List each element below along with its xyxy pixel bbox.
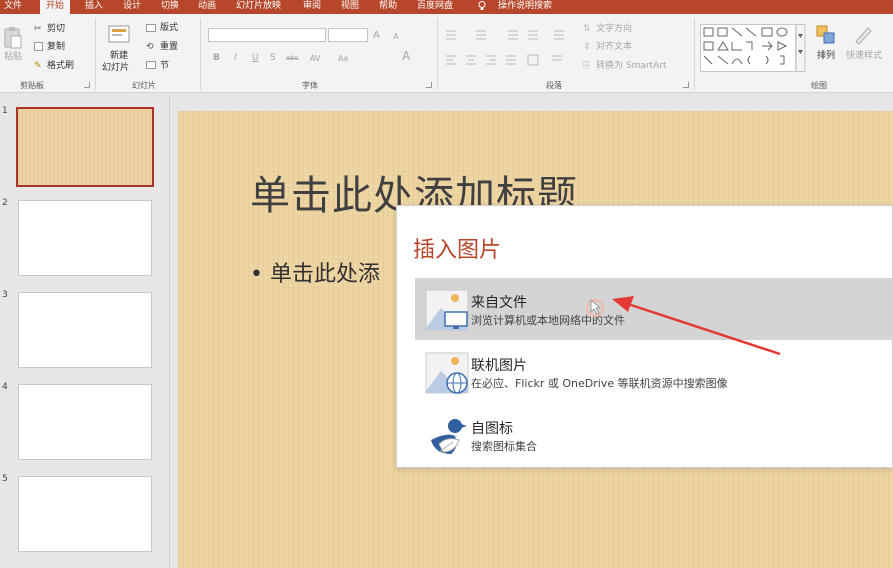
separator xyxy=(200,18,201,90)
from-file-option[interactable]: 来自文件 浏览计算机或本地网络中的文件 xyxy=(415,278,893,340)
char-spacing-button[interactable]: AV xyxy=(310,53,320,64)
format-painter-icon: ✎ xyxy=(34,61,42,71)
bold-button[interactable]: B xyxy=(213,53,220,64)
grow-font-button[interactable]: A xyxy=(373,30,380,41)
powerpoint-window: 文件 开始 插入 设计 切换 动画 幻灯片放映 审阅 视图 帮助 百度网盘 操作… xyxy=(0,0,893,568)
convert-smartart-button[interactable]: 转换为 SmartArt xyxy=(596,61,666,72)
alignment-icons[interactable] xyxy=(444,54,574,66)
tab-slideshow[interactable]: 幻灯片放映 xyxy=(236,0,281,14)
tab-baidu-netdisk[interactable]: 百度网盘 xyxy=(417,0,453,14)
new-slide-label-1[interactable]: 新建 xyxy=(110,51,128,62)
new-slide-label-2[interactable]: 幻灯片 xyxy=(102,63,129,74)
paste-icon[interactable] xyxy=(3,26,23,50)
paragraph-launcher-icon[interactable] xyxy=(683,82,689,88)
tab-view[interactable]: 视图 xyxy=(341,0,359,14)
slide-number: 4 xyxy=(2,382,8,392)
shrink-font-button[interactable]: A xyxy=(393,31,398,42)
tab-animations[interactable]: 动画 xyxy=(198,0,216,14)
online-pictures-option[interactable]: 联机图片 在必应、Flickr 或 OneDrive 等联机资源中搜索图像 xyxy=(415,341,893,403)
paragraph-group-label: 段落 xyxy=(546,81,562,90)
online-pictures-desc: 在必应、Flickr 或 OneDrive 等联机资源中搜索图像 xyxy=(471,377,728,390)
scissors-icon: ✂ xyxy=(34,24,42,34)
tab-review[interactable]: 审阅 xyxy=(303,0,321,14)
bird-leaf-icon xyxy=(431,419,467,454)
align-text-icon: ⇕ xyxy=(583,42,591,52)
tell-me-search[interactable]: 操作说明搜索 xyxy=(498,0,552,14)
slides-group-label: 幻灯片 xyxy=(132,81,156,90)
drawing-group-label: 绘图 xyxy=(811,81,827,90)
reset-icon: ⟲ xyxy=(146,42,154,52)
icons-label: 自图标 xyxy=(471,421,513,437)
slide-thumbnail-5[interactable] xyxy=(18,476,152,552)
lightbulb-icon xyxy=(478,1,486,10)
section-button[interactable]: 节 xyxy=(160,61,169,72)
tab-home[interactable]: 开始 xyxy=(40,0,71,15)
layout-icon xyxy=(146,24,156,32)
quick-styles-button[interactable]: 快速样式 xyxy=(846,51,882,62)
tab-transitions[interactable]: 切换 xyxy=(161,0,179,14)
format-painter-button[interactable]: 格式刷 xyxy=(47,61,74,72)
font-launcher-icon[interactable] xyxy=(426,82,432,88)
change-case-button[interactable]: Aa xyxy=(338,53,348,64)
slide-number: 1 xyxy=(2,106,8,116)
paste-label[interactable]: 粘贴 xyxy=(4,52,22,63)
slide-thumbnail-1[interactable] xyxy=(16,107,154,187)
underline-button[interactable]: U xyxy=(252,53,259,64)
slide-number: 5 xyxy=(2,474,8,484)
arrange-icon[interactable] xyxy=(815,24,837,46)
clipboard-group-label: 剪贴板 xyxy=(20,81,44,90)
tab-insert[interactable]: 插入 xyxy=(85,0,103,14)
text-direction-icon: ⇅ xyxy=(583,24,591,34)
text-direction-button[interactable]: 文字方向 xyxy=(596,24,632,35)
font-name-dropdown[interactable] xyxy=(208,28,326,42)
font-color-button[interactable]: A xyxy=(402,50,410,62)
cut-button[interactable]: 剪切 xyxy=(47,24,65,35)
reset-button[interactable]: 重置 xyxy=(160,42,178,53)
tab-file[interactable]: 文件 xyxy=(4,0,22,14)
shapes-gallery[interactable] xyxy=(700,24,806,72)
slide-thumbnail-2[interactable] xyxy=(18,200,152,276)
smartart-icon: ⎘ xyxy=(583,61,591,71)
from-file-desc: 浏览计算机或本地网络中的文件 xyxy=(471,314,625,327)
picture-with-monitor-icon xyxy=(425,289,469,331)
font-size-dropdown[interactable] xyxy=(328,28,368,42)
icons-option[interactable]: 自图标 搜索图标集合 xyxy=(415,404,893,466)
arrange-button[interactable]: 排列 xyxy=(817,51,835,62)
section-icon xyxy=(146,61,156,69)
slide-thumbnail-3[interactable] xyxy=(18,292,152,368)
from-file-label: 来自文件 xyxy=(471,295,527,311)
tab-design[interactable]: 设计 xyxy=(123,0,141,14)
slide-number: 2 xyxy=(2,198,8,208)
ribbon-tab-bar: 文件 开始 插入 设计 切换 动画 幻灯片放映 审阅 视图 帮助 百度网盘 操作… xyxy=(0,0,893,15)
font-group-label: 字体 xyxy=(302,81,318,90)
slide-thumbnails-pane: 1 2 3 4 5 xyxy=(0,94,170,568)
new-slide-icon[interactable] xyxy=(108,24,130,44)
layout-button[interactable]: 版式 xyxy=(160,23,178,34)
copy-button[interactable]: 复制 xyxy=(47,42,65,53)
separator xyxy=(95,18,96,90)
icons-desc: 搜索图标集合 xyxy=(471,440,537,453)
online-pictures-label: 联机图片 xyxy=(471,358,527,374)
dialog-title: 插入图片 xyxy=(413,238,502,263)
separator xyxy=(437,18,438,90)
slide-thumbnail-4[interactable] xyxy=(18,384,152,460)
strikethrough-button[interactable]: abc xyxy=(286,53,299,64)
separator xyxy=(694,18,695,90)
align-text-button[interactable]: 对齐文本 xyxy=(596,42,632,53)
content-placeholder[interactable]: • 单击此处添 xyxy=(250,256,380,288)
italic-button[interactable]: I xyxy=(234,53,237,64)
insert-picture-dialog: 插入图片 来自文件 浏览计算机或本地网络中的文件 联机图片 在必应、Flickr… xyxy=(396,205,893,468)
slide-number: 3 xyxy=(2,290,8,300)
ribbon-home: 粘贴 ✂ 剪切 复制 ✎ 格式刷 剪贴板 新建 幻灯片 版式 ⟲ 重置 节 幻灯… xyxy=(0,14,893,93)
tab-help[interactable]: 帮助 xyxy=(379,0,397,14)
quick-styles-icon[interactable] xyxy=(852,24,874,46)
copy-icon xyxy=(34,42,43,51)
shadow-button[interactable]: S xyxy=(270,53,276,64)
clipboard-launcher-icon[interactable] xyxy=(84,82,90,88)
picture-with-globe-icon xyxy=(425,352,469,394)
list-indent-icons[interactable] xyxy=(444,29,574,41)
